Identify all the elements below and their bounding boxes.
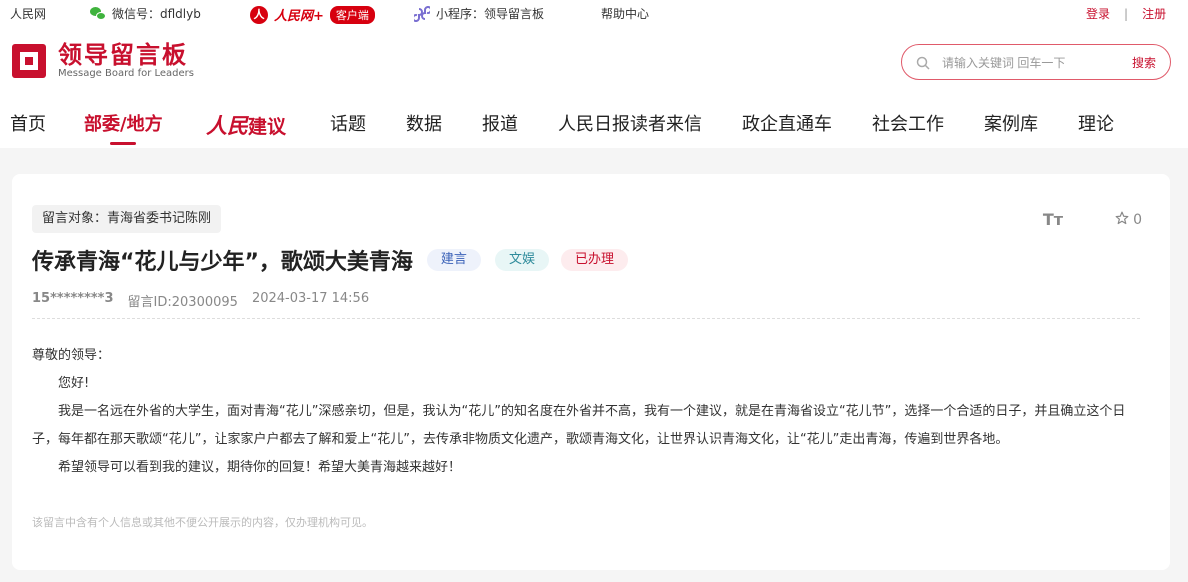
wechat-icon [90,6,106,21]
search-icon [916,55,930,70]
message-datetime: 2024-03-17 14:56 [251,291,370,306]
message-meta: 15********3 留言ID:20300095 2024-03-17 14:… [32,291,369,310]
nav-topics[interactable]: 话题 [330,110,366,136]
closing-paragraph: 希望领导可以看到我的建议，期待你的回复！希望大美青海越来越好！ [58,460,462,475]
mini-program-icon [412,5,432,22]
tag-domain: 文娱 [494,249,549,271]
message-id: 留言ID:20300095 [127,295,238,310]
logo-subtitle: Message Board for Leaders [58,68,195,79]
nav-reader-letters[interactable]: 人民日报读者来信 [558,110,702,136]
font-size-toggle[interactable]: Tт [1043,210,1063,229]
help-center-link[interactable]: 帮助中心 [601,5,649,22]
message-title: 传承青海“花儿与少年”，歌颂大美青海 [32,250,413,275]
site-header: 领导留言板 Message Board for Leaders 搜索 首页 部委… [0,26,1188,148]
nav-case-library[interactable]: 案例库 [984,110,1038,136]
author-id: 15********3 [32,291,114,306]
mini-program-link[interactable]: 小程序：领导留言板 [412,5,545,22]
search-box: 搜索 [901,44,1171,80]
message-body: 尊敬的领导： 您好! 我是一名远在外省的大学生，面对青海“花儿”深感亲切，但是，… [32,342,1144,482]
app-link[interactable]: 人 人民网+ 客户端 [250,5,375,24]
search-input[interactable] [942,53,1112,73]
greeting: 您好! [58,376,90,391]
nav-ministries-local[interactable]: 部委/地方 [84,110,163,136]
nav-home[interactable]: 首页 [10,110,46,136]
logo-mark-icon [10,42,48,80]
nav-people-suggestions[interactable]: 人民建议 [206,110,286,140]
top-utility-bar: 人民网 微信号：dfldlyb 人 人民网+ 客户端 小程序：领导留言板 帮助中… [0,0,1188,26]
tag-category: 建言 [426,249,481,271]
favorite-count: 0 [1133,211,1142,228]
wechat-id: 微信号：dfldlyb [112,7,201,21]
login-link[interactable]: 登录 [1086,5,1110,22]
nav-active-indicator [110,142,136,145]
title-row: 传承青海“花儿与少年”，歌颂大美青海 建言 文娱 已办理 [32,244,628,276]
message-card: 留言对象：青海省委书记陈刚 Tт 0 传承青海“花儿与少年”，歌颂大美青海 建言… [12,174,1170,570]
auth-links: 登录 | 注册 [1086,5,1166,22]
salutation: 尊敬的领导： [32,348,111,363]
message-tools: Tт 0 [1043,210,1142,229]
nav-enterprise-express[interactable]: 政企直通车 [742,110,832,136]
wechat-info[interactable]: 微信号：dfldlyb [90,5,201,22]
message-target: 留言对象：青海省委书记陈刚 [32,205,222,233]
meta-divider [32,318,1140,319]
nav-people-suffix: 建议 [248,116,287,138]
logo-title: 领导留言板 [58,41,188,69]
nav-data[interactable]: 数据 [406,110,442,136]
mini-program-label: 小程序：领导留言板 [436,7,545,21]
search-button[interactable]: 搜索 [1132,54,1156,71]
app-badge: 客户端 [329,5,375,24]
site-logo[interactable]: 领导留言板 Message Board for Leaders [10,42,194,80]
star-icon [1115,211,1129,229]
nav-people-prefix: 人民 [206,113,248,138]
nav-theory[interactable]: 理论 [1078,110,1114,136]
favorite-button[interactable]: 0 [1115,211,1142,229]
main-nav: 首页 部委/地方 人民建议 话题 数据 报道 人民日报读者来信 政企直通车 社会… [0,106,1188,148]
nav-social-work[interactable]: 社会工作 [872,110,944,136]
app-brand: 人民网+ [274,9,324,24]
nav-reports[interactable]: 报道 [482,110,518,136]
status-badge: 已办理 [560,249,628,271]
renmin-link[interactable]: 人民网 [10,5,46,22]
privacy-note: 该留言中含有个人信息或其他不便公开展示的内容，仅办理机构可见。 [32,516,373,529]
auth-separator: | [1124,6,1129,21]
register-link[interactable]: 注册 [1142,5,1166,22]
body-paragraph: 我是一名远在外省的大学生，面对青海“花儿”深感亲切，但是，我认为“花儿”的知名度… [32,404,1126,447]
renmin-app-icon: 人 [250,5,268,24]
